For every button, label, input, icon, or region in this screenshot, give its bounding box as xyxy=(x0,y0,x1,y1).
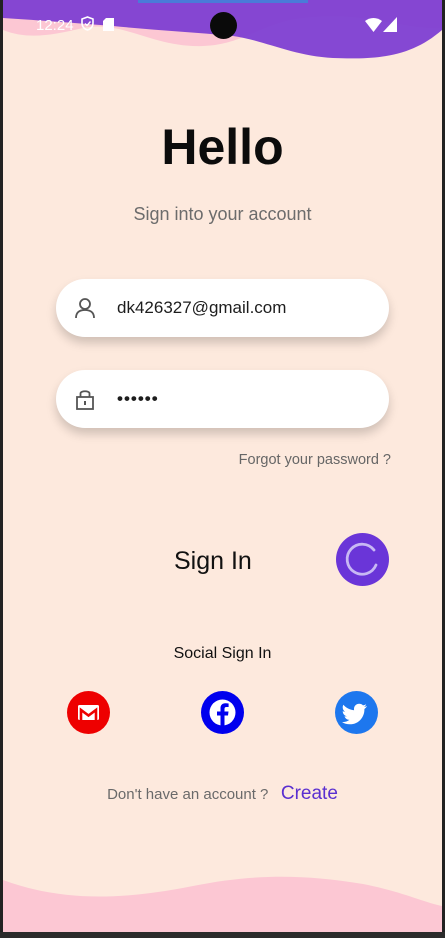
sd-card-icon xyxy=(103,18,114,31)
lock-icon xyxy=(76,390,94,410)
no-account-text: Don't have an account ? xyxy=(107,786,269,803)
front-camera xyxy=(210,12,237,39)
create-account-link[interactable]: Create xyxy=(281,783,338,804)
password-value: •••••• xyxy=(117,389,159,408)
status-time: 12:24 xyxy=(36,17,74,34)
status-bar: 12:24 xyxy=(3,0,442,52)
create-account-row: Don't have an account ? Create xyxy=(3,783,442,805)
bottom-edge xyxy=(0,932,445,938)
sign-in-button[interactable] xyxy=(336,533,389,586)
facebook-icon xyxy=(209,699,236,726)
twitter-icon xyxy=(341,703,367,725)
email-value: dk426327@gmail.com xyxy=(117,298,287,317)
top-accent-bar xyxy=(138,0,308,3)
twitter-sign-in-button[interactable] xyxy=(335,691,378,734)
gmail-sign-in-button[interactable] xyxy=(67,691,110,734)
forgot-password-link[interactable]: Forgot your password ? xyxy=(239,452,391,468)
cell-signal-icon xyxy=(383,17,397,32)
user-icon xyxy=(75,298,95,319)
shield-icon xyxy=(81,16,94,31)
loading-spinner-icon xyxy=(345,542,378,576)
social-sign-in-title: Social Sign In xyxy=(173,645,272,662)
login-screen: 12:24 Hello Sign into your account dk426… xyxy=(3,0,442,932)
sign-in-label: Sign In xyxy=(174,547,252,575)
wifi-icon xyxy=(365,18,382,32)
page-subtitle: Sign into your account xyxy=(133,204,312,224)
bottom-wave-decoration xyxy=(3,876,442,932)
password-field[interactable]: •••••• xyxy=(56,370,389,428)
page-title: Hello xyxy=(161,119,284,175)
facebook-sign-in-button[interactable] xyxy=(201,691,244,734)
gmail-icon xyxy=(78,705,99,720)
email-field[interactable]: dk426327@gmail.com xyxy=(56,279,389,337)
